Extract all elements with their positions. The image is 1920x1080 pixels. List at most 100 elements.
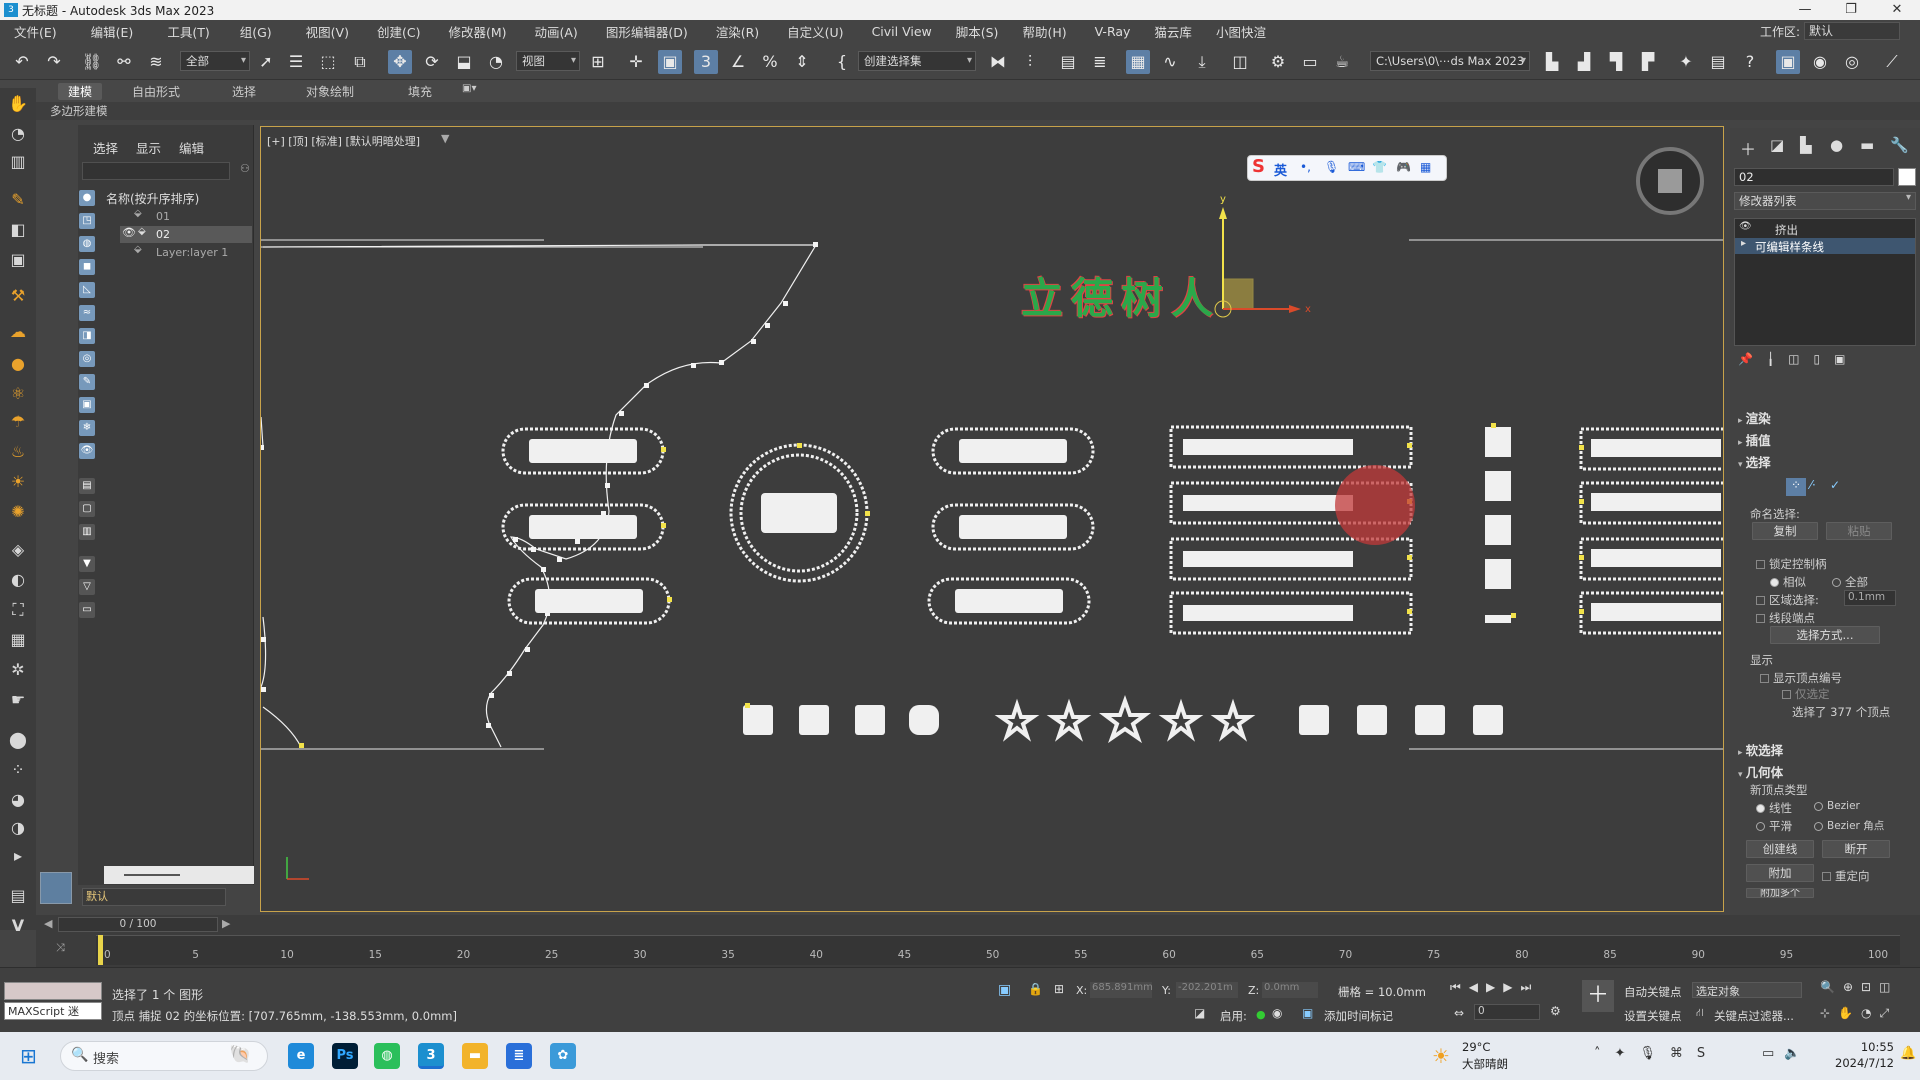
menu-edit[interactable]: 编辑(E) — [91, 22, 134, 41]
add-time-tag[interactable]: 添加时间标记 — [1324, 1008, 1393, 1024]
show-vertex-numbers-checkbox[interactable]: 显示顶点编号 — [1760, 670, 1842, 686]
workspace-dropdown[interactable]: 默认 — [1804, 22, 1900, 40]
file-explorer-icon[interactable]: ▬ — [462, 1043, 488, 1069]
ime-punct-icon[interactable]: •, — [1300, 160, 1311, 174]
scene-explorer-icon[interactable]: ▤ — [1056, 50, 1080, 74]
hand-icon[interactable]: ✋ — [6, 92, 30, 116]
redo-icon[interactable]: ↷ — [42, 50, 66, 74]
align-icon[interactable]: ⫶ — [1018, 50, 1042, 74]
attach-button[interactable]: 附加 — [1746, 864, 1814, 882]
lamp-icon[interactable]: ☁ — [6, 320, 30, 344]
utilities-tab-icon[interactable]: 🔧 — [1890, 136, 1909, 154]
cube-icon[interactable]: ◈ — [6, 538, 30, 562]
time-config-icon[interactable]: ⚙ — [1550, 1004, 1561, 1018]
filter-shapes-icon[interactable]: ◳ — [79, 213, 95, 229]
burst-icon[interactable]: ✺ — [6, 500, 30, 524]
palette-icon[interactable]: ◕ — [6, 788, 30, 812]
filter-xrefs-icon[interactable]: ◎ — [79, 351, 95, 367]
time-slider[interactable]: 0 / 100 — [58, 917, 218, 932]
rollout-rendering[interactable]: 渲染 — [1738, 408, 1771, 427]
snaps-toggle-icon[interactable]: 3 — [694, 50, 718, 74]
object-name-field[interactable]: 02 — [1734, 168, 1894, 186]
viewport-nav-icons-top[interactable]: 🔍⊕⊡◫ — [1820, 980, 1898, 994]
area-selection-spinner[interactable]: 0.1mm — [1844, 590, 1896, 606]
tab-select[interactable]: 选择 — [93, 141, 118, 156]
ribbon-options-icon[interactable]: ▣▾ — [462, 83, 476, 94]
layer-explorer-icon[interactable]: ≣ — [1088, 50, 1112, 74]
filter-containers-icon[interactable]: ▣ — [79, 397, 95, 413]
set-key-button[interactable]: ＋ — [1582, 980, 1614, 1012]
undo-icon[interactable]: ↶ — [10, 50, 34, 74]
stack-tools-icons[interactable]: 📌╽◫▯▣ — [1738, 352, 1859, 366]
selection-filter-dropdown[interactable]: 全部 — [180, 51, 250, 71]
project-new-icon[interactable]: ▛ — [1636, 50, 1660, 74]
project-path-dropdown[interactable]: C:\Users\0\⋯ds Max 2023 — [1370, 51, 1530, 71]
select-manipulate-icon[interactable]: ✛ — [624, 50, 648, 74]
frame-scroll-icon[interactable]: ⇔ — [1454, 1006, 1464, 1020]
material-editor-icon[interactable]: ◫ — [1228, 50, 1252, 74]
segment-mode-icon[interactable]: ⁄· — [1810, 478, 1816, 492]
bezier-radio[interactable]: Bezier — [1814, 800, 1860, 812]
maxscript-mini-input[interactable]: MAXScript 迷 — [4, 1002, 102, 1020]
folder-outline-icon[interactable]: ▭ — [79, 602, 95, 618]
render-setup-icon[interactable]: ⚙ — [1266, 50, 1290, 74]
create-line-button[interactable]: 创建线 — [1746, 840, 1814, 858]
ball-icon[interactable]: ⬤ — [6, 728, 30, 752]
all-radio[interactable]: 全部 — [1832, 574, 1868, 590]
list-item-01[interactable]: ⬙ 01 — [120, 208, 252, 225]
stack-item-editable-spline[interactable]: ▸ 可编辑样条线 — [1735, 238, 1915, 254]
polygon-modeling-label[interactable]: 多边形建模 — [50, 103, 108, 119]
hierarchy-tab-icon[interactable]: ▙ — [1800, 136, 1812, 154]
rollout-geometry[interactable]: 几何体 — [1738, 762, 1784, 781]
curve-editor-icon[interactable]: ∿ — [1158, 50, 1182, 74]
teapot2-icon[interactable]: ◑ — [6, 816, 30, 840]
cake-icon[interactable]: ♨ — [6, 440, 30, 464]
system-tray-icons[interactable]: ˄✦🎙⌘S — [1594, 1046, 1719, 1061]
viewport-label[interactable]: [+] [顶] [标准] [默认明暗处理] — [267, 133, 420, 149]
paste-button[interactable]: 粘贴 — [1826, 522, 1892, 540]
auto-key-button[interactable]: 自动关键点 — [1624, 984, 1682, 1000]
wechat-icon[interactable]: ◍ — [374, 1043, 400, 1069]
trash-icon[interactable]: ▥ — [6, 150, 30, 174]
network-volume-icons[interactable]: ▭🔈 — [1762, 1046, 1810, 1061]
absolute-mode-icon[interactable]: ⊞ — [1054, 982, 1064, 996]
ime-mic-icon[interactable]: 🎙 — [1324, 160, 1339, 174]
layer-thumbnail[interactable] — [40, 872, 72, 904]
ime-keyboard-icon[interactable]: ⌨ — [1348, 160, 1365, 174]
ime-game-icon[interactable]: 🎮 — [1396, 160, 1411, 174]
window-crossing-icon[interactable]: ⧉ — [348, 50, 372, 74]
taskbar-search[interactable]: 🔍 搜索 🐚 — [60, 1041, 268, 1071]
isolate-icon[interactable]: ▣ — [998, 982, 1011, 998]
tab-populate[interactable]: 填充 — [408, 83, 432, 100]
select-object-icon[interactable]: ➚ — [254, 50, 278, 74]
expand-icon[interactable]: ▸ — [6, 844, 30, 868]
select-move-icon[interactable]: ✥ — [388, 50, 412, 74]
menu-rendering[interactable]: 渲染(R) — [716, 22, 759, 41]
tab-edit[interactable]: 编辑 — [179, 141, 204, 156]
close-icon[interactable]: ✕ — [1874, 0, 1920, 20]
filter-funnel-icon[interactable]: ▼ — [79, 556, 95, 572]
tab-modeling[interactable]: 建模 — [58, 83, 103, 100]
rendered-frame-icon[interactable]: ▭ — [1298, 50, 1322, 74]
time-tag-icon[interactable]: ◉ — [1272, 1006, 1282, 1020]
spline-mode-icon[interactable]: ✓ — [1830, 478, 1840, 492]
globe-icon[interactable]: ◐ — [6, 568, 30, 592]
visibility-eye-icon[interactable]: 👁 — [122, 226, 136, 239]
x-coordinate-field[interactable]: 685.891mm — [1090, 982, 1153, 998]
bind-space-warp-icon[interactable]: ≋ — [144, 50, 168, 74]
select-rotate-icon[interactable]: ⟳ — [420, 50, 444, 74]
filter-cameras-icon[interactable]: ◼ — [79, 259, 95, 275]
display-doc-icon[interactable]: ▥ — [79, 524, 95, 540]
menu-vray[interactable]: V-Ray — [1095, 24, 1131, 39]
project-open-icon[interactable]: ▜ — [1604, 50, 1628, 74]
filter-bones-icon[interactable]: ✎ — [79, 374, 95, 390]
pivot-center-icon[interactable]: ⊞ — [586, 50, 610, 74]
viewport-top[interactable]: y x [+] [顶] [标准] [默认明暗处理] ▼ 立德树人 S 英 •, … — [260, 126, 1724, 912]
ime-grid-icon[interactable]: ▦ — [1420, 160, 1431, 174]
unlink-icon[interactable]: ⚯ — [112, 50, 136, 74]
vertex-mode-icon[interactable]: ⁘ — [1786, 478, 1806, 496]
coin-icon[interactable]: ◉ — [1808, 50, 1832, 74]
filter-groups-icon[interactable]: ◨ — [79, 328, 95, 344]
similar-radio[interactable]: 相似 — [1770, 574, 1806, 590]
scrollbar-thumb[interactable] — [124, 874, 180, 876]
